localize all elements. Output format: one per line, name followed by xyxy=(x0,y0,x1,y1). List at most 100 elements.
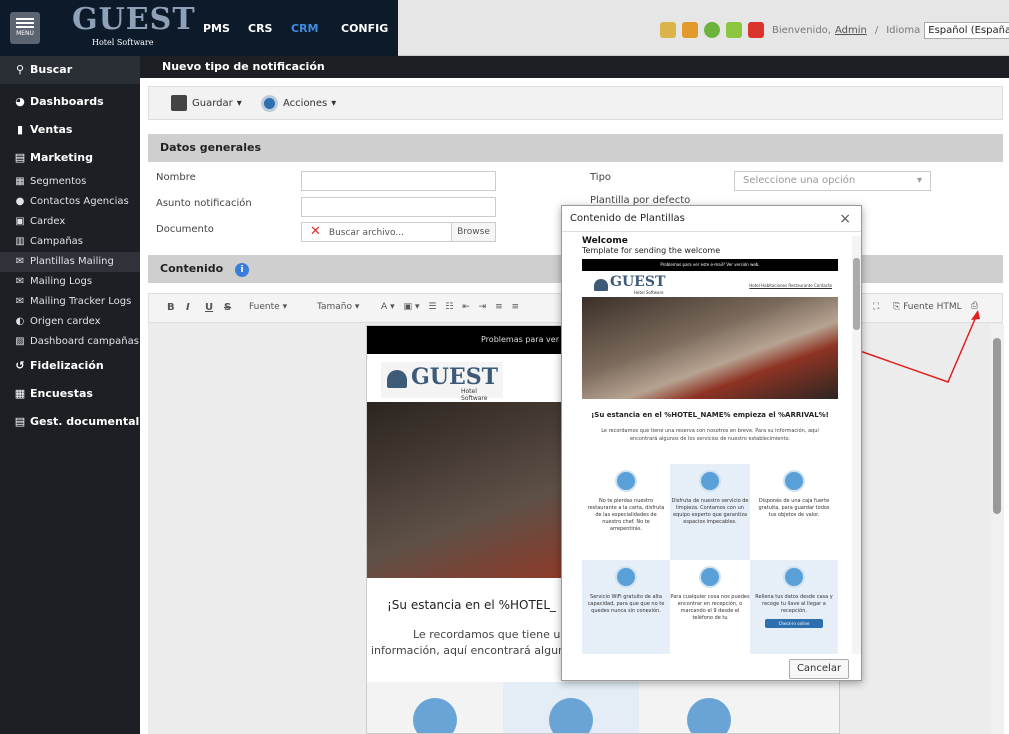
sidebar-item-dashboards[interactable]: ◕ Dashboards xyxy=(0,88,140,116)
sidebar-search-label: Buscar xyxy=(30,63,73,76)
tipo-select[interactable]: Seleccione una opción ▾ xyxy=(734,171,931,191)
sidebar-item-label: Gest. documental xyxy=(30,415,140,428)
underline-button[interactable]: U xyxy=(205,302,213,313)
nombre-input[interactable] xyxy=(301,171,496,191)
modal-scrollbar[interactable] xyxy=(852,236,861,654)
language-select[interactable]: Español (España)˅ xyxy=(924,21,1009,39)
megaphone-icon[interactable] xyxy=(660,22,676,38)
survey-icon: ▦ xyxy=(14,387,26,400)
safe-icon xyxy=(783,470,805,492)
nombre-label: Nombre xyxy=(156,172,196,183)
nav-pms[interactable]: PMS xyxy=(203,22,230,35)
feature-text: Disfruta de nuestro servicio de limpieza… xyxy=(671,498,749,525)
template-links[interactable]: Hotel Habitaciones Restaurante Contacto xyxy=(749,283,832,288)
hotel-room-image xyxy=(582,297,838,399)
sidebar-item-segmentos[interactable]: ▦ Segmentos xyxy=(0,172,140,192)
help-icon[interactable] xyxy=(704,22,720,38)
cardex-icon: ▣ xyxy=(15,216,25,227)
clear-icon[interactable]: ✕ xyxy=(310,224,321,239)
sidebar-search[interactable]: ⚲ Buscar xyxy=(0,56,140,84)
info-icon[interactable]: i xyxy=(235,263,250,277)
bell-icon xyxy=(699,566,721,588)
sidebar-item-marketing[interactable]: ▤ Marketing xyxy=(0,144,140,172)
user-link[interactable]: Admin xyxy=(835,25,867,36)
modal-title: Contenido de Plantillas xyxy=(562,206,861,232)
store-icon: ▤ xyxy=(14,151,26,164)
sidebar-item-dashboard-campanas[interactable]: ▨ Dashboard campañas xyxy=(0,332,140,352)
template-description: Template for sending the welcome xyxy=(582,246,721,255)
feature-text: No te pierdas nuestro restaurante a la c… xyxy=(587,498,665,532)
template-logo: GUEST xyxy=(610,274,666,290)
sidebar-item-fidelizacion[interactable]: ↺ Fidelización xyxy=(0,352,140,380)
cancel-button[interactable]: Cancelar xyxy=(789,659,849,679)
preview-logo-sub: Hotel Software xyxy=(461,388,488,402)
sidebar-item-plantillas-mailing[interactable]: ✉ Plantillas Mailing xyxy=(0,252,140,272)
template-preview[interactable]: Welcome Template for sending the welcome… xyxy=(582,236,838,654)
power-icon[interactable] xyxy=(748,22,764,38)
actions-button[interactable]: Acciones ▾ xyxy=(261,95,336,112)
language-label: Idioma xyxy=(886,24,921,36)
sidebar: ⚲ Buscar ◕ Dashboards ▮ Ventas ▤ Marketing ▦… xyxy=(0,56,140,734)
home-icon[interactable] xyxy=(682,22,698,38)
checklist-icon xyxy=(783,566,805,588)
sidebar-item-cardex[interactable]: ▣ Cardex xyxy=(0,212,140,232)
chart-icon: ▨ xyxy=(15,336,25,347)
scrollbar-thumb[interactable] xyxy=(993,338,1001,514)
sidebar-item-origen-cardex[interactable]: ◐ Origen cardex xyxy=(0,312,140,332)
menu-button[interactable]: MENU xyxy=(10,12,40,44)
template-banner: Problemas para ver este e-mail? Ver vers… xyxy=(582,259,838,271)
nav-config[interactable]: CONFIG xyxy=(341,22,388,35)
history-icon: ↺ xyxy=(15,359,25,372)
sidebar-item-label: Fidelización xyxy=(30,359,104,372)
sidebar-item-label: Plantillas Mailing xyxy=(30,256,114,267)
separator: / xyxy=(874,24,879,36)
sidebar-item-label: Origen cardex xyxy=(30,316,101,327)
sidebar-item-mailing-tracker-logs[interactable]: ✉ Mailing Tracker Logs xyxy=(0,292,140,312)
nav-crs[interactable]: CRS xyxy=(248,22,272,35)
strike-button[interactable]: S xyxy=(224,302,231,313)
sidebar-item-campanas[interactable]: ▥ Campañas xyxy=(0,232,140,252)
sidebar-item-mailing-logs[interactable]: ✉ Mailing Logs xyxy=(0,272,140,292)
browse-button[interactable]: Browse xyxy=(451,223,495,241)
checkin-button[interactable]: Check-in online xyxy=(765,619,823,628)
feature-reception: Para cualquier cosa nos puedes encontrar… xyxy=(670,560,750,622)
close-icon[interactable]: × xyxy=(839,211,851,227)
gear-icon xyxy=(261,95,278,112)
welcome-text: Bienvenido, xyxy=(772,24,831,36)
sidebar-item-ventas[interactable]: ▮ Ventas xyxy=(0,116,140,144)
restaurant-icon xyxy=(413,698,457,733)
restaurant-icon xyxy=(615,470,637,492)
feature-restaurant: No te pierdas nuestro restaurante a la c… xyxy=(586,464,666,533)
sidebar-item-encuestas[interactable]: ▦ Encuestas xyxy=(0,380,140,408)
menu-label: MENU xyxy=(16,30,34,37)
document-placeholder: Buscar archivo... xyxy=(328,228,404,238)
logo: GUEST xyxy=(72,2,196,37)
sidebar-item-label: Dashboard campañas xyxy=(30,336,139,347)
template-modal: Contenido de Plantillas × Welcome Templa… xyxy=(561,205,862,681)
feature-text: Para cualquier cosa nos puedes encontrar… xyxy=(670,594,750,621)
scrollbar-thumb[interactable] xyxy=(853,258,860,330)
bold-button[interactable]: B xyxy=(167,302,175,313)
font-select[interactable]: Fuente ▾ xyxy=(249,302,287,312)
feature-checkin: Rellena tus datos desde casa y recoge tu… xyxy=(754,560,834,628)
caret-icon: ▾ xyxy=(236,97,242,109)
template-header: GUEST Hotel Software Hotel Habitaciones … xyxy=(582,271,838,297)
nav-crm[interactable]: CRM xyxy=(291,22,319,35)
sidebar-item-contactos-agencias[interactable]: ● Contactos Agencias xyxy=(0,192,140,212)
template-heading: ¡Su estancia en el %HOTEL_NAME% empieza … xyxy=(591,411,829,419)
document-picker[interactable]: ✕ Buscar archivo... Browse xyxy=(301,222,496,242)
caret-icon: ▾ xyxy=(916,175,922,186)
format-buttons[interactable]: A▾ ▣▾ ☰ ☷ ⇤ ⇥ ≡ ≡ xyxy=(381,302,522,312)
content-section-title: Contenido xyxy=(160,262,224,275)
hamburger-icon xyxy=(16,18,34,20)
switch-icon[interactable] xyxy=(726,22,742,38)
editor-scrollbar[interactable] xyxy=(990,324,1004,734)
save-label: Guardar xyxy=(192,97,233,109)
sidebar-item-label: Mailing Tracker Logs xyxy=(30,296,132,307)
sidebar-item-gest-documental[interactable]: ▤ Gest. documental xyxy=(0,408,140,436)
save-button[interactable]: Guardar ▾ xyxy=(171,95,242,111)
feature-cleaning: Disfruta de nuestro servicio de limpieza… xyxy=(670,464,750,526)
size-select[interactable]: Tamaño ▾ xyxy=(317,302,359,312)
italic-button[interactable]: I xyxy=(186,302,190,313)
asunto-input[interactable] xyxy=(301,197,496,217)
